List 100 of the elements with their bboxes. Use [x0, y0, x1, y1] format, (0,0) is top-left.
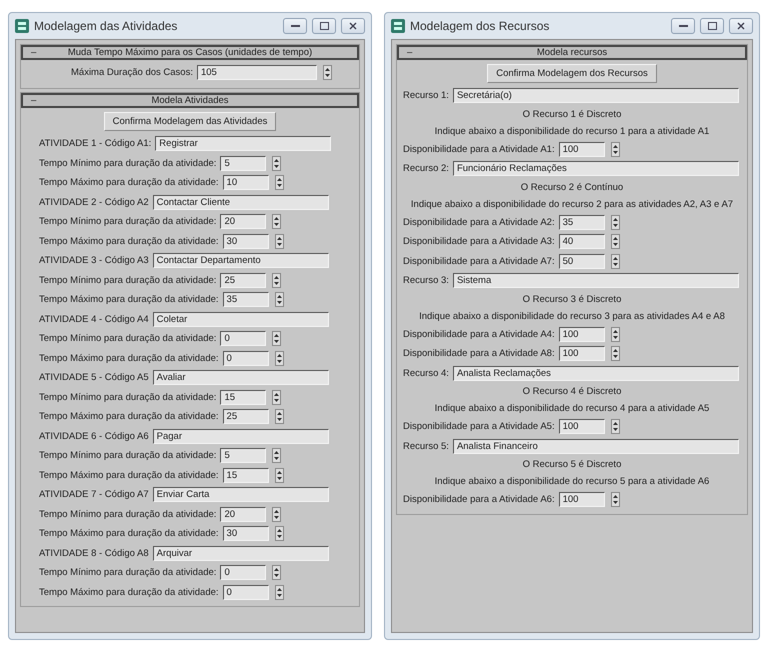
close-button[interactable] — [729, 18, 753, 34]
spinner-arrows[interactable] — [274, 292, 284, 308]
max-time-field[interactable]: 35 — [222, 292, 269, 308]
spinner-arrows[interactable] — [274, 350, 284, 366]
availability-field[interactable]: 35 — [558, 214, 605, 230]
minimize-icon — [290, 24, 300, 28]
max-time-field[interactable]: 30 — [222, 234, 269, 249]
field-label: Tempo Mínimo para duração da atividade: — [39, 216, 216, 228]
spinner-arrows[interactable] — [610, 419, 620, 434]
field-label: Disponibilidade para a Atividade A3: — [403, 236, 555, 248]
max-time-field[interactable]: 0 — [222, 584, 269, 600]
spinner-arrows[interactable] — [272, 156, 282, 171]
spinner-arrows[interactable] — [274, 175, 284, 190]
spinner-arrows[interactable] — [272, 272, 282, 288]
minimize-icon — [678, 24, 688, 28]
min-time-field[interactable]: 25 — [220, 272, 266, 288]
max-time-field[interactable]: 30 — [222, 526, 269, 542]
min-time-field[interactable]: 15 — [220, 390, 266, 405]
window-title: Modelagem das Atividades — [34, 19, 178, 33]
rollout-header[interactable]: – Modela Atividades — [21, 93, 359, 108]
spinner-arrows[interactable] — [272, 390, 282, 405]
resource-type-text: O Recurso 1 é Discreto — [522, 108, 622, 120]
field-label: Tempo Máximo para duração da atividade: — [39, 236, 219, 247]
activity-name-field[interactable]: Avaliar — [152, 370, 329, 386]
resource-name-field[interactable]: Secretária(o) — [452, 88, 739, 104]
spinner-arrows[interactable] — [272, 565, 282, 580]
availability-field[interactable]: 50 — [558, 254, 605, 269]
spinner-arrows[interactable] — [274, 526, 284, 542]
collapse-toggle[interactable]: – — [407, 47, 412, 58]
spinner-arrows[interactable] — [610, 234, 620, 250]
spinner-arrows[interactable] — [610, 492, 620, 508]
min-time-field[interactable]: 5 — [220, 156, 266, 171]
resource-name-field[interactable]: Funcionário Reclamações — [452, 161, 739, 176]
availability-field[interactable]: 40 — [558, 234, 605, 250]
maximize-icon — [708, 22, 716, 30]
spinner-arrows[interactable] — [274, 409, 284, 424]
confirm-button[interactable]: Confirma Modelagem das Atividades — [104, 112, 276, 130]
rollout-title: Modela Atividades — [151, 95, 229, 106]
spinner-arrows[interactable] — [322, 64, 332, 80]
spinner-arrows[interactable] — [274, 468, 284, 483]
activity-name-field[interactable]: Enviar Carta — [152, 487, 329, 502]
resource-name-field[interactable]: Sistema — [452, 273, 739, 288]
field-label: Tempo Mínimo para duração da atividade: — [39, 274, 216, 286]
minimize-button[interactable] — [283, 18, 307, 34]
collapse-toggle[interactable]: – — [31, 47, 36, 58]
app-icon — [15, 19, 29, 33]
spinner-arrows[interactable] — [610, 326, 620, 342]
field-label: Tempo Máximo para duração da atividade: — [39, 528, 219, 540]
field-label: Tempo Máximo para duração da atividade: — [39, 411, 219, 422]
availability-field[interactable]: 100 — [558, 142, 605, 157]
spinner-arrows[interactable] — [274, 584, 284, 600]
field-label: Tempo Máximo para duração da atividade: — [39, 177, 219, 188]
spinner-arrows[interactable] — [610, 346, 620, 362]
min-time-field[interactable]: 0 — [220, 331, 266, 346]
activity-name-field[interactable]: Contactar Departamento — [152, 253, 329, 268]
field-label: Tempo Mínimo para duração da atividade: — [39, 567, 216, 578]
field-label: Tempo Mínimo para duração da atividade: — [39, 392, 216, 403]
close-button[interactable] — [341, 18, 365, 34]
spinner-arrows[interactable] — [610, 142, 620, 157]
field-label: Disponibilidade para a Atividade A6: — [403, 494, 555, 506]
max-time-field[interactable]: 10 — [222, 175, 269, 190]
activity-name-field[interactable]: Registrar — [155, 136, 332, 152]
field-label: Tempo Máximo para duração da atividade: — [39, 352, 219, 364]
activity-name-field[interactable]: Coletar — [152, 312, 329, 327]
confirm-button[interactable]: Confirma Modelagem dos Recursos — [487, 64, 657, 82]
availability-field[interactable]: 100 — [558, 346, 605, 362]
spinner-arrows[interactable] — [272, 448, 282, 464]
availability-field[interactable]: 100 — [558, 492, 605, 508]
activity-name-field[interactable]: Pagar — [152, 428, 329, 444]
min-time-field[interactable]: 20 — [220, 506, 266, 522]
minimize-button[interactable] — [671, 18, 695, 34]
max-time-field[interactable]: 15 — [222, 468, 269, 483]
activity-label: ATIVIDADE 6 - Código A6 — [39, 430, 149, 442]
rollout-header[interactable]: – Muda Tempo Máximo para os Casos (unidades de tempo) — [21, 45, 359, 60]
availability-field[interactable]: 100 — [558, 419, 605, 434]
activity-label: ATIVIDADE 8 - Código A8 — [39, 548, 149, 559]
resource-name-field[interactable]: Analista Reclamações — [452, 366, 739, 381]
resource-type-text: O Recurso 3 é Discreto — [522, 294, 622, 304]
spinner-arrows[interactable] — [272, 506, 282, 522]
spinner-arrows[interactable] — [610, 254, 620, 269]
min-time-field[interactable]: 5 — [220, 448, 266, 464]
spinner-arrows[interactable] — [610, 214, 620, 230]
duration-field[interactable]: 105 — [196, 64, 317, 80]
availability-field[interactable]: 100 — [558, 326, 605, 342]
spinner-arrows[interactable] — [272, 331, 282, 346]
resource-name-field[interactable]: Analista Financeiro — [452, 438, 739, 454]
max-time-field[interactable]: 0 — [222, 350, 269, 366]
instruction-text: Indique abaixo a disponibilidade do recurso 2 para as atividades A2, A3 e A7 — [410, 198, 734, 210]
min-time-field[interactable]: 0 — [220, 565, 266, 580]
spinner-arrows[interactable] — [274, 234, 284, 249]
maximize-button[interactable] — [312, 18, 336, 34]
activity-name-field[interactable]: Arquivar — [152, 546, 329, 561]
spinner-arrows[interactable] — [272, 214, 282, 230]
maximize-button[interactable] — [700, 18, 724, 34]
rollout-title: Modela recursos — [536, 47, 608, 58]
max-time-field[interactable]: 25 — [222, 409, 269, 424]
rollout-header[interactable]: – Modela recursos — [397, 45, 747, 60]
min-time-field[interactable]: 20 — [220, 214, 266, 230]
collapse-toggle[interactable]: – — [31, 95, 36, 106]
activity-name-field[interactable]: Contactar Cliente — [152, 194, 329, 210]
